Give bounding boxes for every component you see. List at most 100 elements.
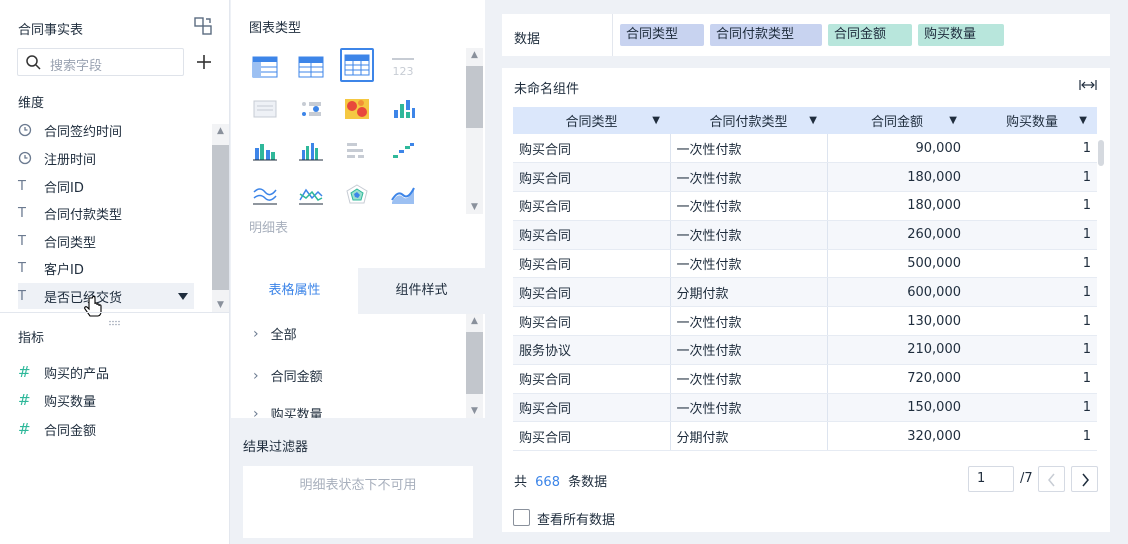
property-item-quantity[interactable]: › 购买数量 <box>253 404 323 419</box>
preview-area: 数据 合同类型 合同付款类型 合同金额 购买数量 未命名组件 合同类型 ▼ 合同付… <box>486 0 1128 544</box>
cell: 一次性付款 <box>669 393 828 423</box>
kpi-number-chart-icon[interactable]: 123 <box>386 50 420 84</box>
table-scrollbar[interactable] <box>1098 134 1104 454</box>
table-row[interactable]: 购买合同 一次性付款 260,000 1 <box>513 220 1097 250</box>
dimension-item-contract-id[interactable]: T 合同ID <box>18 173 198 199</box>
hash-icon: # <box>18 391 31 409</box>
measure-item-amount[interactable]: # 合同金额 <box>18 416 198 442</box>
cell: 1 <box>967 249 1097 279</box>
column-header-contract-type[interactable]: 合同类型 ▼ <box>513 107 670 134</box>
scrollbar-thumb[interactable] <box>466 66 483 128</box>
measure-label: 合同金额 <box>44 423 97 439</box>
scroll-down-icon[interactable]: ▼ <box>466 200 483 214</box>
cell: 1 <box>967 306 1097 337</box>
table-row[interactable]: 购买合同 一次性付款 150,000 1 <box>513 393 1097 423</box>
view-all-checkbox[interactable] <box>513 509 530 526</box>
next-page-button[interactable] <box>1071 466 1098 492</box>
table-row[interactable]: 购买合同 一次性付款 130,000 1 <box>513 306 1097 337</box>
dimension-item-contract-sign-time[interactable]: 合同签约时间 <box>18 117 198 143</box>
cell: 180,000 <box>827 191 967 221</box>
dimensions-title: 维度 <box>18 96 45 111</box>
text-type-icon: T <box>18 260 26 276</box>
text-type-icon: T <box>18 205 26 221</box>
dimensions-scrollbar[interactable]: ▲ ▼ <box>212 124 229 312</box>
cell: 一次性付款 <box>669 364 828 394</box>
scrollbar-thumb[interactable] <box>212 145 229 290</box>
data-chip-quantity[interactable]: 购买数量 <box>918 24 1004 46</box>
sort-caret-icon[interactable]: ▼ <box>1079 115 1087 126</box>
line-chart-icon[interactable] <box>248 178 282 212</box>
table-row[interactable]: 购买合同 一次性付款 180,000 1 <box>513 191 1097 221</box>
dimension-item-contract-type[interactable]: T 合同类型 <box>18 228 198 254</box>
polyline-chart-icon[interactable] <box>294 178 328 212</box>
scroll-up-icon[interactable]: ▲ <box>466 314 483 328</box>
heatmap-chart-icon[interactable] <box>340 92 374 126</box>
page-number-input[interactable]: 1 <box>968 466 1014 492</box>
dimension-item-payment-type[interactable]: T 合同付款类型 <box>18 200 198 226</box>
measure-item-quantity[interactable]: # 购买数量 <box>18 387 198 413</box>
data-chip-amount[interactable]: 合同金额 <box>828 24 912 46</box>
column-chart-icon[interactable] <box>248 134 282 168</box>
scroll-up-icon[interactable]: ▲ <box>212 124 229 138</box>
resize-handle[interactable] <box>108 315 122 326</box>
radar-chart-icon[interactable] <box>340 178 374 212</box>
cell: 购买合同 <box>513 364 670 394</box>
column-header-payment-type[interactable]: 合同付款类型 ▼ <box>670 107 827 134</box>
dropdown-caret-icon[interactable] <box>178 290 188 305</box>
scroll-down-icon[interactable]: ▼ <box>212 298 229 312</box>
column-header-amount[interactable]: 合同金额 ▼ <box>827 107 967 134</box>
dimension-item-customer-id[interactable]: T 客户ID <box>18 255 198 281</box>
cell: 90,000 <box>827 134 967 164</box>
switch-table-icon[interactable] <box>193 16 213 36</box>
data-chip-payment-type[interactable]: 合同付款类型 <box>710 24 822 46</box>
grouped-column-chart-icon[interactable] <box>294 134 328 168</box>
prev-page-button[interactable] <box>1038 466 1065 492</box>
detail-table: 合同类型 ▼ 合同付款类型 ▼ 合同金额 ▼ 购买数量 ▼ 购买合同 一次性付款 90,00… <box>513 107 1097 454</box>
scroll-down-icon[interactable]: ▼ <box>466 404 483 418</box>
scrollbar-thumb[interactable] <box>1098 140 1104 166</box>
column-header-quantity[interactable]: 购买数量 ▼ <box>967 107 1097 134</box>
page-total: /7 <box>1020 471 1033 486</box>
cell: 1 <box>967 364 1097 394</box>
cell: 购买合同 <box>513 134 670 164</box>
cross-table-chart-icon[interactable] <box>294 50 328 84</box>
hand-cursor-icon <box>84 295 102 320</box>
scrollbar-thumb[interactable] <box>466 332 483 394</box>
table-row[interactable]: 购买合同 一次性付款 500,000 1 <box>513 249 1097 279</box>
measure-item-products[interactable]: # 购买的产品 <box>18 359 198 385</box>
table-row[interactable]: 购买合同 分期付款 320,000 1 <box>513 421 1097 452</box>
add-field-icon[interactable] <box>194 52 214 72</box>
dimension-item-delivered[interactable]: T 是否已经交货 <box>18 283 194 309</box>
grouped-table-chart-icon[interactable] <box>248 50 282 84</box>
sort-caret-icon[interactable]: ▼ <box>949 115 957 126</box>
search-input[interactable]: 搜索字段 <box>17 48 184 76</box>
properties-scrollbar[interactable]: ▲ ▼ <box>466 314 483 418</box>
step-chart-icon[interactable] <box>386 134 420 168</box>
data-chip-contract-type[interactable]: 合同类型 <box>620 24 704 46</box>
sort-caret-icon[interactable]: ▼ <box>809 115 817 126</box>
table-row[interactable]: 购买合同 一次性付款 90,000 1 <box>513 134 1097 164</box>
table-row[interactable]: 购买合同 一次性付款 720,000 1 <box>513 364 1097 394</box>
waterfall-chart-icon[interactable] <box>386 92 420 126</box>
chevron-right-icon: › <box>253 325 259 342</box>
cell: 1 <box>967 220 1097 250</box>
cell: 购买合同 <box>513 249 670 279</box>
fit-width-icon[interactable] <box>1079 79 1097 91</box>
bar-chart-icon[interactable] <box>340 134 374 168</box>
chart-types-scrollbar[interactable]: ▲ ▼ <box>466 48 483 214</box>
sort-caret-icon[interactable]: ▼ <box>652 115 660 126</box>
tab-table-properties[interactable]: 表格属性 <box>231 268 358 314</box>
table-row[interactable]: 服务协议 一次性付款 210,000 1 <box>513 335 1097 365</box>
table-row[interactable]: 购买合同 分期付款 600,000 1 <box>513 277 1097 308</box>
table-row[interactable]: 购买合同 一次性付款 180,000 1 <box>513 162 1097 193</box>
clock-icon <box>18 151 36 165</box>
property-item-all[interactable]: › 全部 <box>253 324 297 344</box>
detail-table-chart-icon[interactable] <box>340 48 374 82</box>
tab-component-style[interactable]: 组件样式 <box>358 268 485 314</box>
scroll-up-icon[interactable]: ▲ <box>466 48 483 62</box>
dot-matrix-chart-icon[interactable] <box>294 92 328 126</box>
dimension-item-register-time[interactable]: 注册时间 <box>18 145 198 171</box>
area-chart-icon[interactable] <box>386 178 420 212</box>
text-card-chart-icon[interactable] <box>248 92 282 126</box>
property-item-amount[interactable]: › 合同金额 <box>253 366 323 386</box>
